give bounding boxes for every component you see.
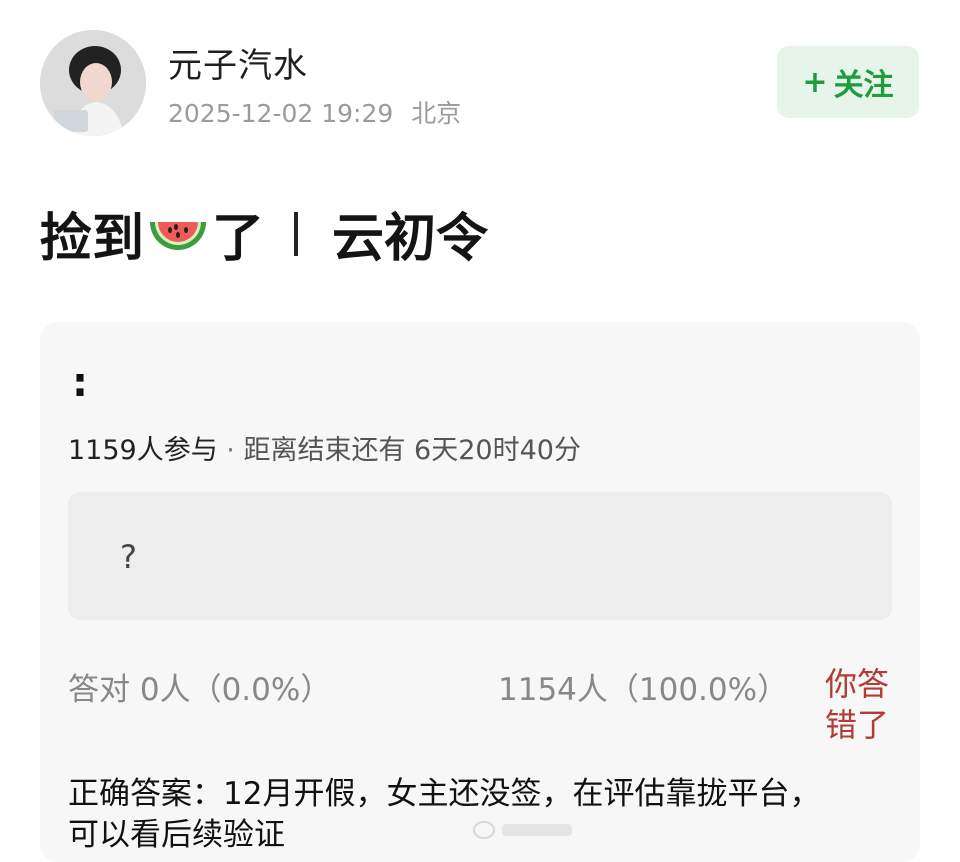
avatar-photo-icon	[40, 30, 146, 136]
result-badge: 你答错了	[825, 665, 890, 744]
post-meta: 2025-12-02 19:29 北京	[168, 94, 461, 130]
quiz-option[interactable]	[68, 492, 892, 620]
participants-count: 1159人参与	[68, 435, 218, 466]
wrong-stat: 1154人（100.0%）	[498, 672, 789, 708]
follow-label: 关注	[833, 68, 894, 103]
countdown: 距离结束还有 6天20时40分	[243, 435, 581, 466]
title-part2: 了	[212, 209, 265, 269]
quiz-stats: 1159人参与 · 距离结束还有 6天20时40分	[68, 428, 581, 467]
stats-separator: ·	[217, 435, 244, 466]
plus-icon: +	[802, 64, 828, 100]
title-divider	[294, 211, 299, 256]
title-part1: 捡到	[40, 209, 145, 269]
post-location: 北京	[411, 99, 462, 128]
watermelon-icon	[150, 221, 207, 250]
author-name[interactable]: 元子汽水	[168, 38, 308, 87]
follow-button[interactable]: + 关注	[777, 46, 919, 118]
title-part3: 云初令	[332, 209, 489, 269]
correct-stat: 答对 0人（0.0%）	[68, 672, 332, 708]
question-marker: :	[72, 360, 88, 406]
avatar[interactable]	[40, 30, 146, 136]
option-text: ?	[120, 538, 137, 576]
post-title: 捡到 了 云初令	[40, 196, 488, 271]
watermark-icon	[470, 814, 580, 844]
correct-answer: 正确答案：12月开假，女主还没签，在评估靠拢平台，可以看后续验证	[68, 776, 821, 853]
post-timestamp: 2025-12-02 19:29	[168, 99, 394, 128]
